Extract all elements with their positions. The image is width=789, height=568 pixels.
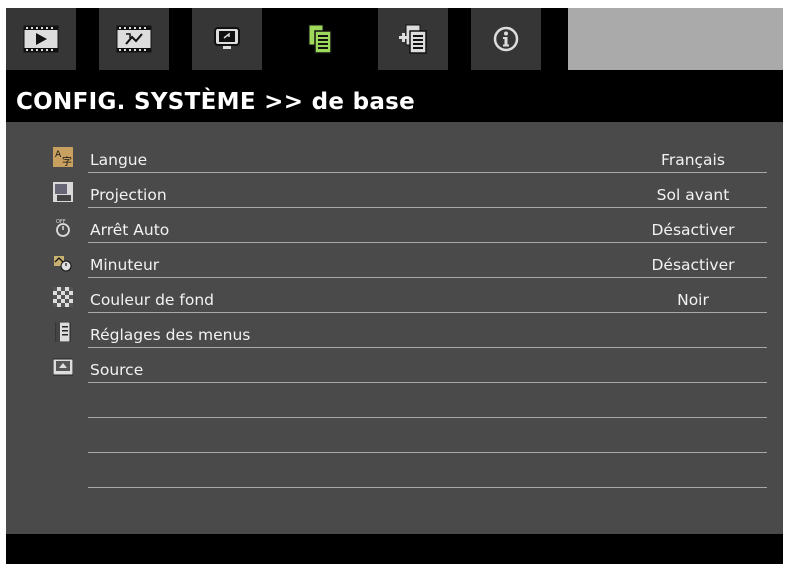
menu-item-projection[interactable]: Projection Sol avant — [88, 173, 767, 208]
setting-tab-icon — [212, 25, 242, 53]
sleep-timer-icon — [53, 252, 73, 272]
menu-item-label: Langue — [90, 151, 148, 169]
source-icon — [53, 357, 73, 377]
menu-item-label: Projection — [90, 186, 167, 204]
menu-item-sleep-timer[interactable]: Minuteur Désactiver — [88, 243, 767, 278]
tab-system-basic[interactable] — [285, 8, 355, 70]
menu-settings-icon — [53, 322, 73, 342]
auto-off-icon: OFF — [53, 217, 73, 237]
tab-information[interactable] — [471, 8, 541, 70]
menu-item-auto-off[interactable]: Arrêt Auto Désactiver — [88, 208, 767, 243]
menu-panel: A 字 OFF Langue Français Projection Sol a… — [6, 122, 783, 534]
menu-item-source[interactable]: Source — [88, 348, 767, 383]
menu-item-empty — [88, 383, 767, 418]
display-tab-icon — [116, 25, 152, 53]
menu-item-background-color[interactable]: Couleur de fond Noir — [88, 278, 767, 313]
menu-item-label: Source — [90, 361, 144, 379]
menu-item-label: Réglages des menus — [90, 326, 251, 344]
tab-display[interactable] — [99, 8, 169, 70]
menu-item-value: Noir — [677, 291, 709, 309]
information-tab-icon — [492, 25, 520, 53]
tab-image[interactable] — [6, 8, 76, 70]
menu-item-label: Arrêt Auto — [90, 221, 170, 239]
background-color-icon — [53, 287, 73, 307]
tab-bar-filler — [568, 8, 783, 70]
menu-item-value: Désactiver — [651, 256, 735, 274]
tab-bar — [6, 8, 783, 70]
menu-item-value: Désactiver — [651, 221, 735, 239]
svg-text:A: A — [55, 150, 62, 160]
menu-item-label: Minuteur — [90, 256, 160, 274]
bottom-bar — [6, 534, 783, 564]
menu-item-language[interactable]: Langue Français — [88, 138, 767, 173]
menu-item-empty — [88, 418, 767, 453]
svg-text:字: 字 — [62, 155, 72, 167]
menu-item-empty — [88, 453, 767, 488]
menu-item-label: Couleur de fond — [90, 291, 214, 309]
image-tab-icon — [23, 25, 59, 53]
tab-system-advanced[interactable] — [378, 8, 448, 70]
projection-icon — [53, 182, 73, 202]
system-basic-tab-icon — [306, 23, 334, 55]
language-icon: A 字 — [53, 147, 73, 167]
menu-item-menu-settings[interactable]: Réglages des menus — [88, 313, 767, 348]
system-advanced-tab-icon — [398, 23, 428, 55]
page-title: CONFIG. SYSTÈME >> de base — [16, 89, 416, 115]
tab-setting[interactable] — [192, 8, 262, 70]
menu-item-value: Sol avant — [656, 186, 730, 204]
osd-menu: CONFIG. SYSTÈME >> de base A 字 OFF Langu… — [6, 8, 783, 564]
menu-item-value: Français — [661, 151, 725, 169]
